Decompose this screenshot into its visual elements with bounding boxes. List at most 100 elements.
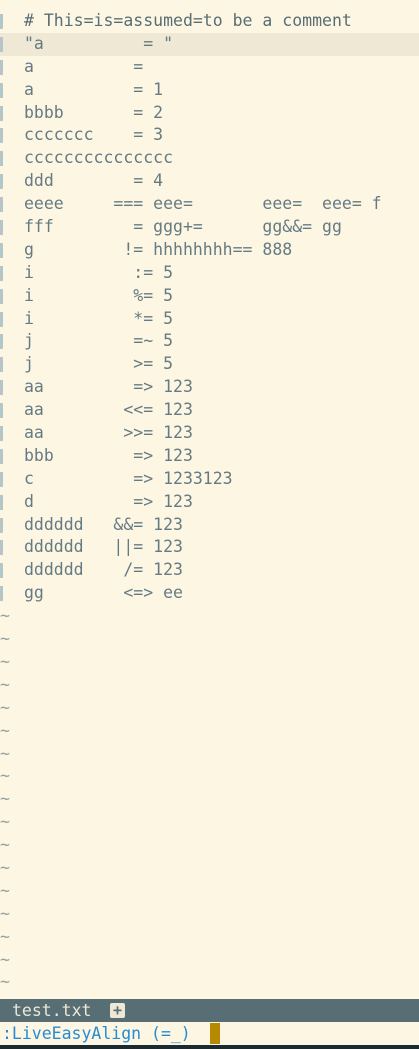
sign-column-marker [0, 36, 3, 52]
empty-line-marker: ~ [0, 880, 419, 903]
sign-column-marker [0, 14, 3, 29]
buffer-line[interactable]: aa >>= 123 [0, 422, 419, 445]
buffer-line[interactable]: gg <=> ee [0, 582, 419, 605]
line-text: i %= 5 [24, 285, 174, 305]
window-bottom-edge [0, 1045, 419, 1049]
line-text: c => 1233123 [24, 468, 233, 488]
buffer-line[interactable]: a = 1 [0, 79, 419, 102]
line-text: g != hhhhhhhh== 888 [24, 239, 293, 259]
sign-column-marker [0, 311, 3, 327]
buffer-line[interactable]: i %= 5 [0, 285, 419, 308]
sign-column-marker [0, 128, 3, 144]
empty-buffer-area: ~ ~ ~ ~ ~ ~ ~ ~ ~ ~ ~ ~ ~ ~ ~ ~ ~ [0, 605, 419, 994]
sign-column-marker [0, 220, 3, 236]
line-text: i := 5 [24, 262, 174, 282]
sign-column-marker [0, 494, 3, 510]
buffer-line[interactable]: ccccccc = 3 [0, 124, 419, 147]
buffer-line[interactable]: ddd = 4 [0, 170, 419, 193]
tilde-marker: ~ [0, 674, 10, 694]
tilde-marker: ~ [0, 926, 10, 946]
line-text: d => 123 [24, 491, 193, 511]
line-text: aa => 123 [24, 377, 193, 397]
line-text: bbb => 123 [24, 445, 193, 465]
line-text: gg <=> ee [24, 583, 183, 603]
buffer-line[interactable]: c => 1233123 [0, 468, 419, 491]
empty-line-marker: ~ [0, 605, 419, 628]
empty-line-marker: ~ [0, 651, 419, 674]
sign-column-marker [0, 82, 3, 98]
line-text: ccccccc = 3 [24, 125, 164, 145]
buffer-line[interactable]: dddddd /= 123 [0, 559, 419, 582]
empty-line-marker: ~ [0, 788, 419, 811]
command-line[interactable]: :LiveEasyAlign (=_) [0, 1022, 419, 1045]
line-text: ccccccccccccccc [24, 148, 174, 168]
buffer-line[interactable]: dddddd &&= 123 [0, 514, 419, 537]
sign-column-marker [0, 288, 3, 304]
line-text: eeee === eee= eee= eee= f [24, 194, 382, 214]
line-text: ddd = 4 [24, 171, 164, 191]
empty-line-marker: ~ [0, 697, 419, 720]
buffer-line[interactable]: d => 123 [0, 491, 419, 514]
sign-column-marker [0, 448, 3, 464]
file-name[interactable]: test.txt [12, 999, 91, 1022]
sign-column-marker [0, 334, 3, 350]
line-text: aa <<= 123 [24, 400, 193, 420]
sign-column-marker [0, 517, 3, 533]
tilde-marker: ~ [0, 835, 10, 855]
buffer-line[interactable]: # This=is=assumed=to be a comment [0, 10, 419, 33]
tilde-marker: ~ [0, 766, 10, 786]
command-text: :LiveEasyAlign (=_) [2, 1024, 191, 1043]
line-text: # This=is=assumed=to be a comment [24, 11, 352, 30]
buffer-line[interactable]: eeee === eee= eee= eee= f [0, 193, 419, 216]
modified-plus-icon: + [110, 1003, 125, 1018]
buffer-line[interactable]: fff = ggg+= gg&&= gg [0, 216, 419, 239]
buffer-line[interactable]: aa <<= 123 [0, 399, 419, 422]
empty-line-marker: ~ [0, 834, 419, 857]
buffer-line[interactable]: g != hhhhhhhh== 888 [0, 239, 419, 262]
tilde-marker: ~ [0, 720, 10, 740]
sign-column-marker [0, 174, 3, 190]
buffer-line[interactable]: aa => 123 [0, 376, 419, 399]
sign-column-marker [0, 540, 3, 556]
line-text: "a = " [24, 33, 174, 53]
buffer-line[interactable]: a = [0, 56, 419, 79]
empty-line-marker: ~ [0, 857, 419, 880]
buffer-line[interactable]: bbb => 123 [0, 445, 419, 468]
buffer-line[interactable]: bbbb = 2 [0, 102, 419, 125]
tilde-marker: ~ [0, 949, 10, 969]
buffer-line[interactable]: ccccccccccccccc [0, 147, 419, 170]
sign-column-marker [0, 426, 3, 442]
buffer-line[interactable]: j =~ 5 [0, 330, 419, 353]
tilde-marker: ~ [0, 812, 10, 832]
line-text: dddddd /= 123 [24, 560, 183, 580]
empty-line-marker: ~ [0, 926, 419, 949]
buffer-line[interactable]: i := 5 [0, 262, 419, 285]
sign-column-marker [0, 197, 3, 213]
block-cursor [210, 1023, 220, 1044]
buffer-line[interactable]: j >= 5 [0, 353, 419, 376]
sign-column-marker [0, 151, 3, 167]
sign-column-marker [0, 242, 3, 258]
line-text: dddddd ||= 123 [24, 537, 183, 557]
line-text: j >= 5 [24, 354, 174, 374]
buffer-line[interactable]: dddddd ||= 123 [0, 536, 419, 559]
sign-column-marker [0, 357, 3, 373]
buffer-line[interactable]: i *= 5 [0, 308, 419, 331]
tilde-marker: ~ [0, 789, 10, 809]
buffer-line-current[interactable]: "a = " [0, 32, 419, 56]
sign-column-marker [0, 265, 3, 281]
empty-line-marker: ~ [0, 720, 419, 743]
tilde-marker: ~ [0, 629, 10, 649]
empty-line-marker: ~ [0, 674, 419, 697]
sign-column-marker [0, 105, 3, 121]
editor-buffer[interactable]: # This=is=assumed=to be a comment "a = "… [0, 10, 419, 994]
line-text: aa >>= 123 [24, 423, 193, 443]
line-text: bbbb = 2 [24, 102, 164, 122]
sign-column-marker [0, 471, 3, 487]
tilde-marker: ~ [0, 903, 10, 923]
tilde-marker: ~ [0, 972, 10, 992]
empty-line-marker: ~ [0, 628, 419, 651]
sign-column-marker [0, 380, 3, 396]
line-text: a = [24, 56, 144, 76]
line-text: dddddd &&= 123 [24, 514, 183, 534]
